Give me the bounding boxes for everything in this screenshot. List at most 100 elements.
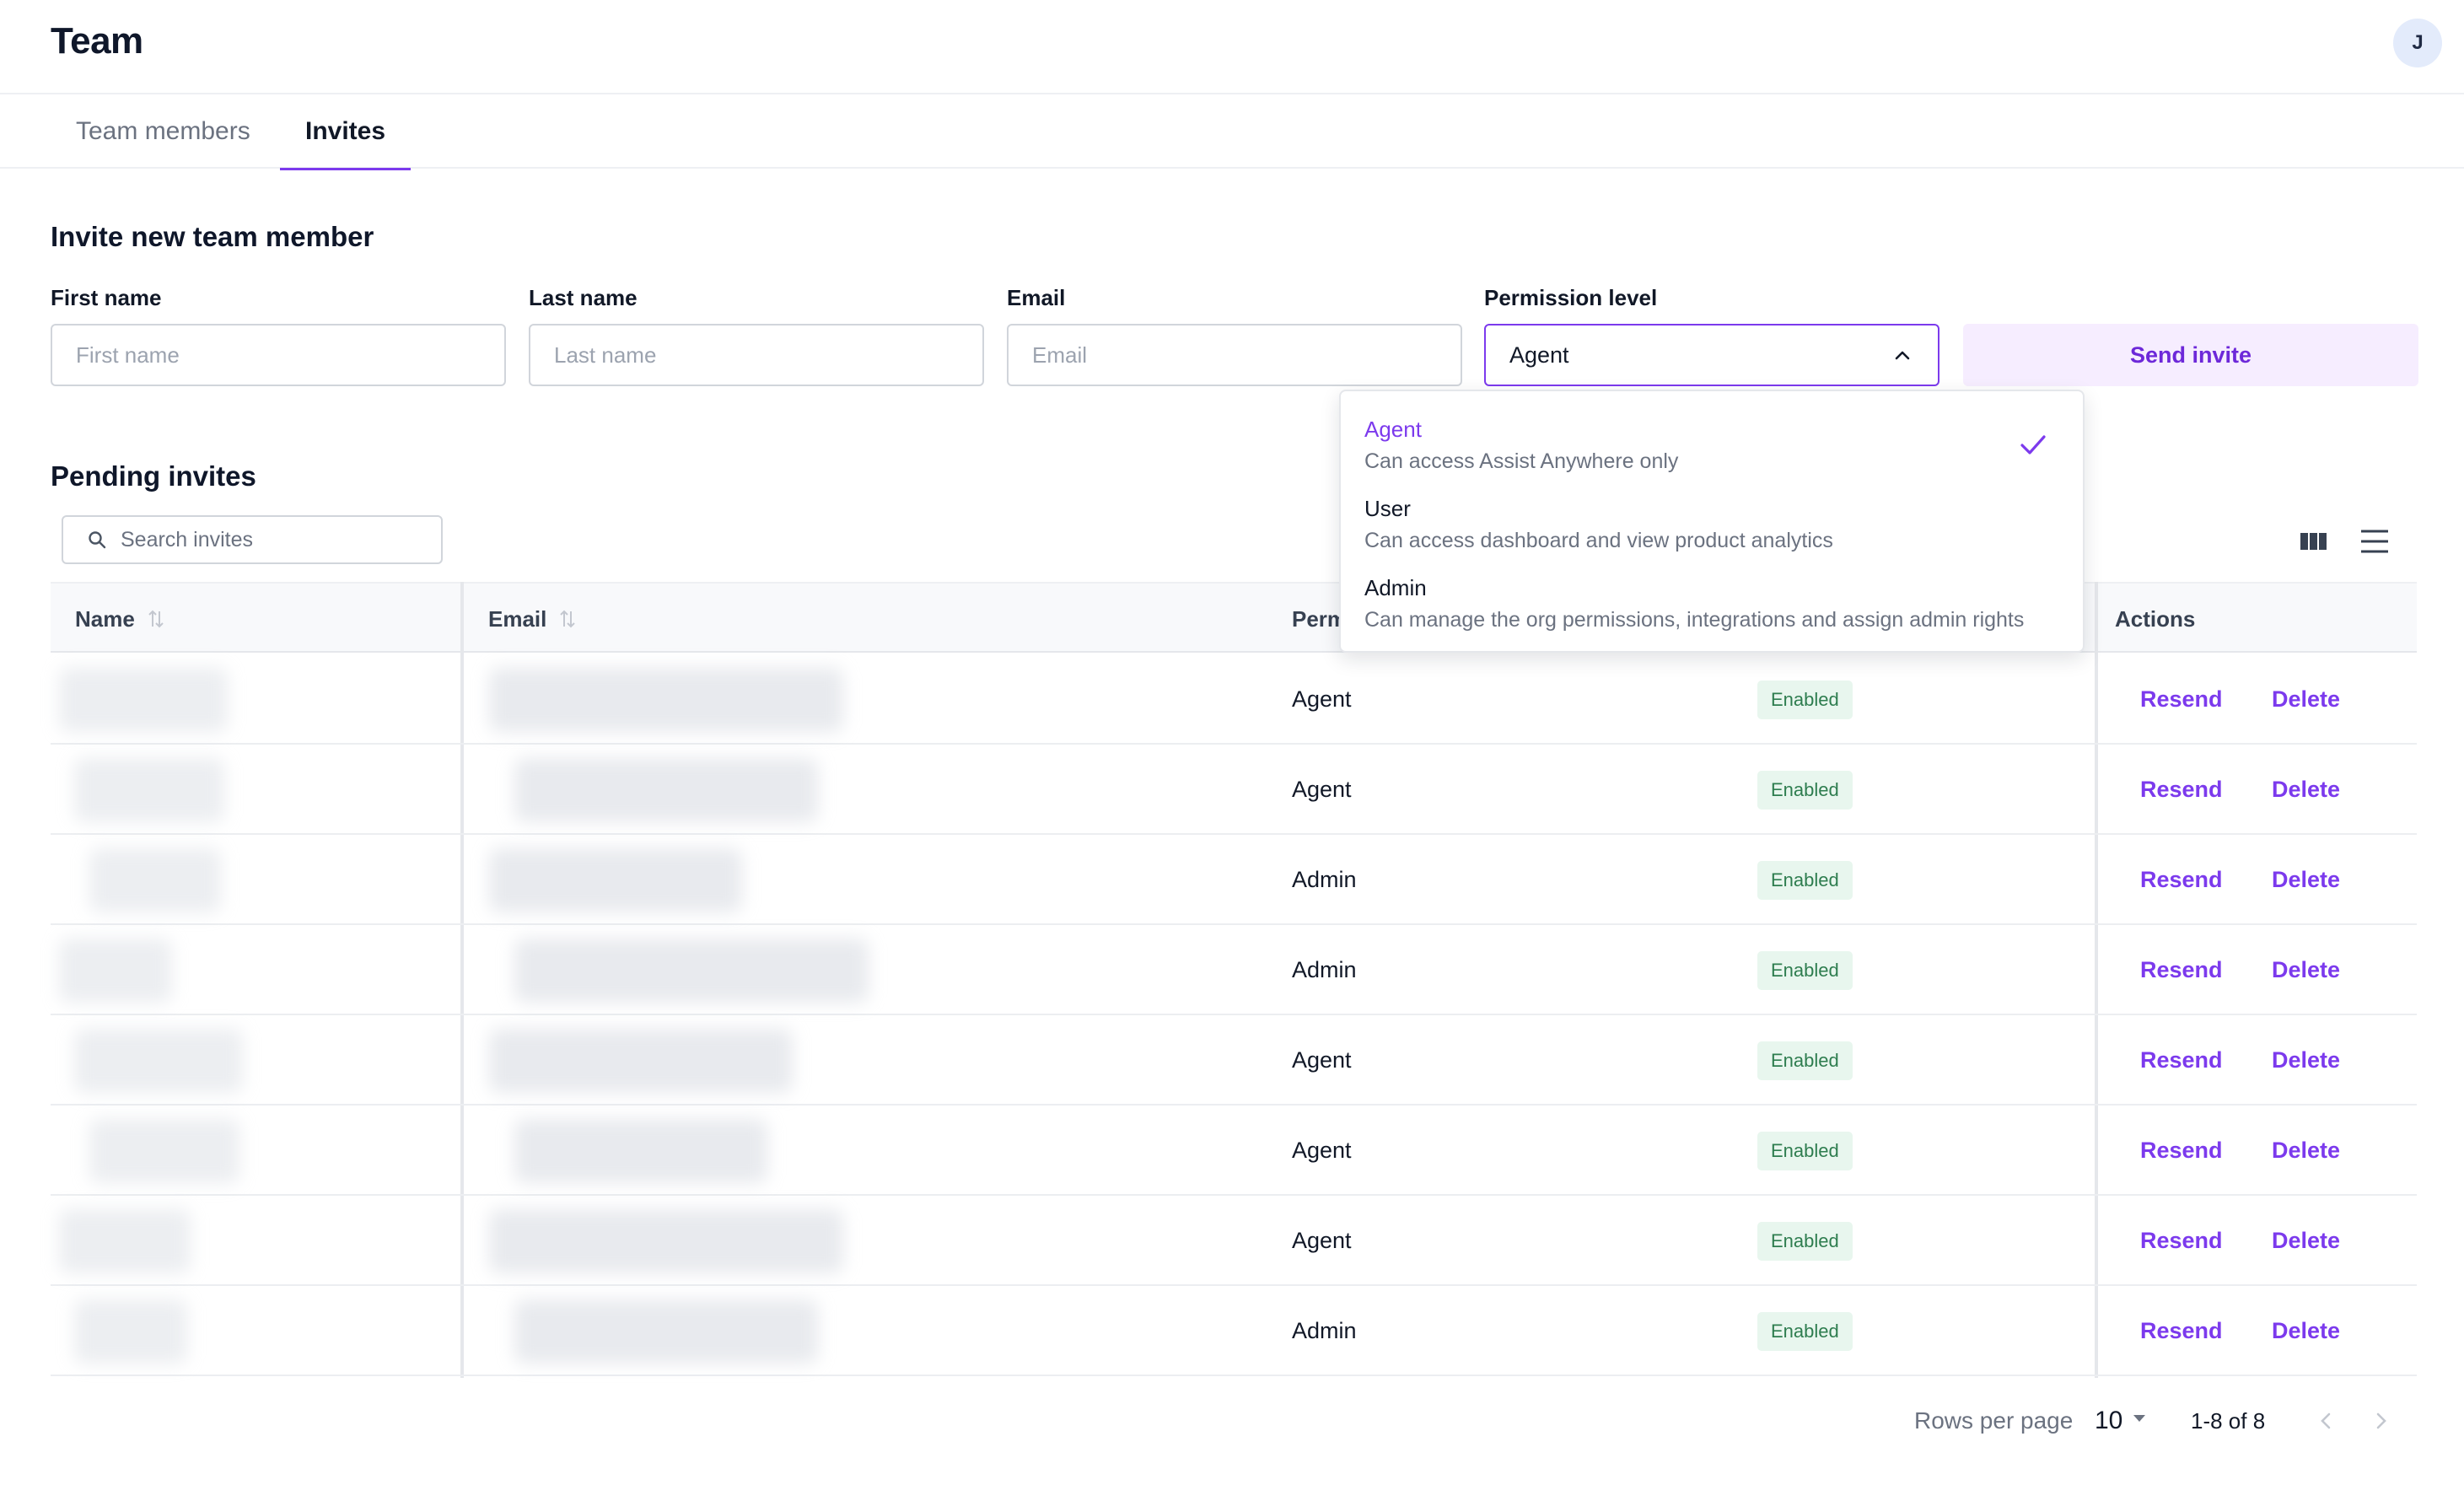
redacted-name (74, 1299, 187, 1364)
redacted-name (89, 1119, 239, 1183)
delete-button[interactable]: Delete (2272, 686, 2340, 713)
permission-cell: Admin (1292, 867, 1357, 892)
chevron-right-icon[interactable] (2366, 1407, 2395, 1435)
last-name-label: Last name (529, 285, 638, 310)
permission-level-select[interactable]: Agent (1484, 324, 1939, 386)
status-badge: Enabled (1757, 770, 1853, 810)
table-row: Admin Enabled Resend Delete (51, 925, 2417, 1015)
resend-button[interactable]: Resend (2140, 867, 2223, 893)
tab-invites[interactable]: Invites (280, 94, 412, 170)
avatar[interactable]: J (2393, 19, 2442, 67)
delete-button[interactable]: Delete (2272, 1318, 2340, 1344)
chevron-up-icon (1895, 351, 1910, 360)
column-header-name[interactable]: Name (75, 584, 165, 654)
table-row: Admin Enabled Resend Delete (51, 1286, 2417, 1376)
option-description: Can access dashboard and view product an… (1364, 529, 1833, 552)
tab-bar: Team members Invites (0, 94, 2464, 170)
resend-cell: Resend (2140, 654, 2223, 745)
delete-cell: Delete (2272, 835, 2340, 925)
status-cell: Enabled (1757, 925, 1853, 1015)
redacted-email (514, 758, 818, 822)
redacted-email (489, 1029, 793, 1093)
permission-cell: Admin (1292, 1318, 1357, 1343)
delete-button[interactable]: Delete (2272, 867, 2340, 893)
search-icon (89, 531, 106, 549)
delete-cell: Delete (2272, 1196, 2340, 1286)
permission-dropdown: Agent Can access Assist Anywhere only Us… (1339, 390, 2085, 653)
caret-down-icon[interactable] (2132, 1413, 2147, 1423)
redacted-email (489, 1209, 843, 1273)
redacted-email (489, 848, 742, 912)
resend-button[interactable]: Resend (2140, 1228, 2223, 1254)
page-title: Team (51, 20, 143, 62)
status-badge: Enabled (1757, 1041, 1853, 1080)
status-badge: Enabled (1757, 860, 1853, 900)
redacted-name (59, 1209, 191, 1273)
sort-icon[interactable] (147, 608, 165, 630)
pagination-range: 1-8 of 8 (2191, 1407, 2266, 1434)
tab-team-members[interactable]: Team members (51, 94, 276, 169)
delete-cell: Delete (2272, 745, 2340, 835)
status-badge: Enabled (1757, 680, 1853, 719)
resend-cell: Resend (2140, 1286, 2223, 1376)
permission-selected-value: Agent (1509, 342, 1569, 368)
table-row: Agent Enabled Resend Delete (51, 1106, 2417, 1196)
column-header-email[interactable]: Email (488, 584, 577, 654)
columns-icon[interactable] (2297, 525, 2331, 558)
option-title: User (1364, 496, 1411, 521)
status-cell: Enabled (1757, 1015, 1853, 1106)
redacted-name (59, 939, 172, 1003)
resend-button[interactable]: Resend (2140, 957, 2223, 983)
column-header-email-label: Email (488, 605, 547, 632)
redacted-email (514, 1299, 818, 1364)
delete-button[interactable]: Delete (2272, 957, 2340, 983)
resend-button[interactable]: Resend (2140, 1047, 2223, 1073)
table-row: Agent Enabled Resend Delete (51, 654, 2417, 745)
permission-cell: Agent (1292, 686, 1352, 712)
send-invite-button[interactable]: Send invite (1963, 324, 2418, 386)
table-row: Admin Enabled Resend Delete (51, 835, 2417, 925)
sort-icon[interactable] (558, 608, 577, 630)
email-input[interactable] (1007, 324, 1462, 386)
first-name-input[interactable] (51, 324, 506, 386)
resend-button[interactable]: Resend (2140, 1138, 2223, 1164)
status-badge: Enabled (1757, 1311, 1853, 1351)
option-description: Can manage the org permissions, integrat… (1364, 608, 2025, 632)
resend-cell: Resend (2140, 745, 2223, 835)
status-badge: Enabled (1757, 950, 1853, 990)
resend-button[interactable]: Resend (2140, 777, 2223, 803)
redacted-email (514, 939, 869, 1003)
delete-button[interactable]: Delete (2272, 777, 2340, 803)
column-header-actions: Actions (2115, 605, 2196, 632)
status-badge: Enabled (1757, 1221, 1853, 1261)
permission-cell: Agent (1292, 1228, 1352, 1253)
resend-cell: Resend (2140, 1196, 2223, 1286)
chevron-left-icon[interactable] (2312, 1407, 2341, 1435)
status-cell: Enabled (1757, 654, 1853, 745)
delete-button[interactable]: Delete (2272, 1138, 2340, 1164)
resend-button[interactable]: Resend (2140, 1318, 2223, 1344)
rows-per-page-label: Rows per page (1914, 1407, 2074, 1434)
delete-cell: Delete (2272, 1106, 2340, 1196)
rows-per-page-select[interactable]: 10 (2095, 1396, 2122, 1446)
delete-button[interactable]: Delete (2272, 1047, 2340, 1073)
delete-cell: Delete (2272, 1015, 2340, 1106)
permission-option-admin[interactable]: Admin Can manage the org permissions, in… (1364, 575, 2056, 632)
redacted-name (89, 848, 221, 912)
permission-cell: Agent (1292, 1047, 1352, 1073)
status-cell: Enabled (1757, 1196, 1853, 1286)
search-invites-input[interactable] (121, 527, 424, 552)
redacted-name (59, 668, 228, 732)
first-name-label: First name (51, 285, 162, 310)
delete-cell: Delete (2272, 925, 2340, 1015)
resend-cell: Resend (2140, 925, 2223, 1015)
column-header-name-label: Name (75, 605, 135, 632)
last-name-input[interactable] (529, 324, 984, 386)
density-icon[interactable] (2358, 525, 2391, 558)
option-title: Agent (1364, 417, 1422, 442)
permission-option-user[interactable]: User Can access dashboard and view produ… (1364, 496, 2056, 553)
delete-button[interactable]: Delete (2272, 1228, 2340, 1254)
permission-option-agent[interactable]: Agent Can access Assist Anywhere only (1364, 417, 2056, 474)
status-badge: Enabled (1757, 1131, 1853, 1170)
resend-button[interactable]: Resend (2140, 686, 2223, 713)
